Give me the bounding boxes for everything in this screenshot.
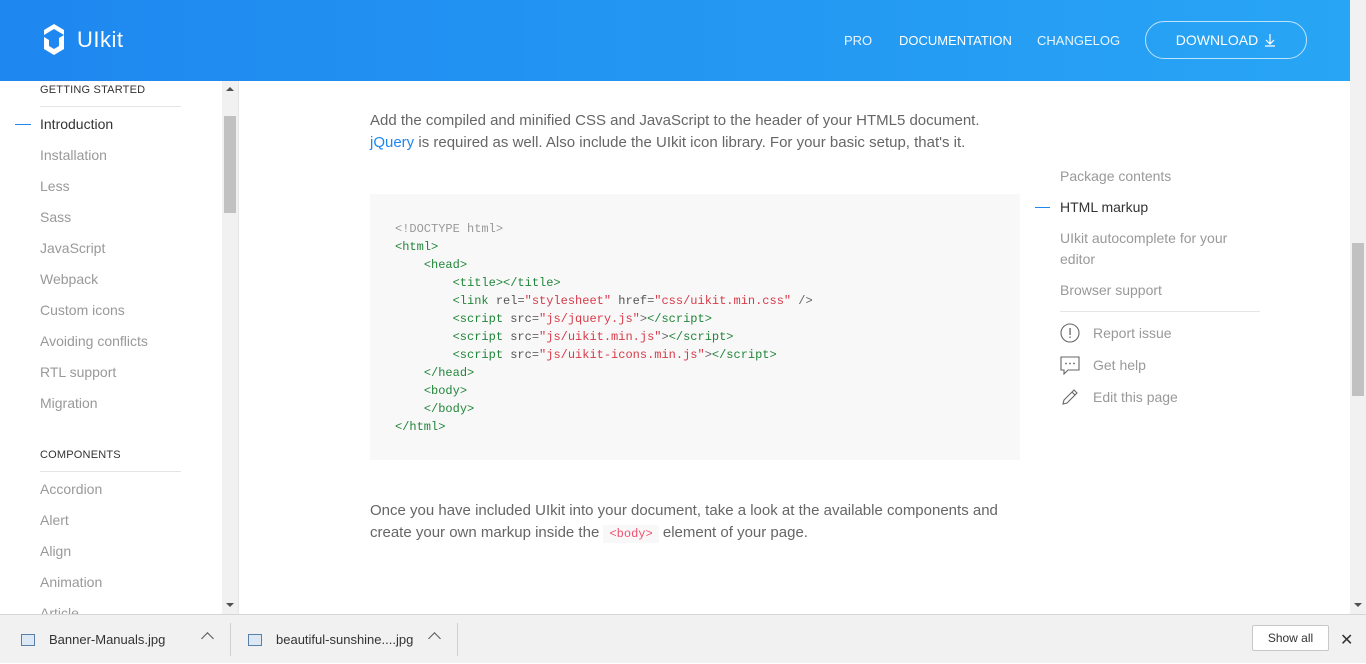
toc-item-autocomplete[interactable]: UIkit autocomplete for your editor bbox=[1060, 228, 1240, 270]
top-navbar: UIkit PRO DOCUMENTATION CHANGELOG DOWNLO… bbox=[0, 0, 1350, 81]
sidebar-item-align[interactable]: Align bbox=[40, 543, 71, 559]
page-scroll-down-icon[interactable] bbox=[1354, 603, 1362, 607]
report-issue-link[interactable]: Report issue bbox=[1060, 323, 1172, 343]
download-filename: Banner-Manuals.jpg bbox=[49, 632, 166, 647]
sidebar-item-animation[interactable]: Animation bbox=[40, 574, 102, 590]
page-scroll-thumb[interactable] bbox=[1352, 243, 1364, 396]
close-icon[interactable]: ✕ bbox=[1340, 630, 1353, 650]
sidebar-item-webpack[interactable]: Webpack bbox=[40, 271, 98, 287]
code-script-src: js/uikit-icons.min.js bbox=[546, 348, 698, 362]
code-block[interactable]: <!DOCTYPE html> <html> <head> <title></t… bbox=[370, 194, 1020, 460]
chevron-up-icon[interactable] bbox=[428, 632, 441, 645]
sidebar-item-custom-icons[interactable]: Custom icons bbox=[40, 302, 125, 318]
sidebar-item-avoiding-conflicts[interactable]: Avoiding conflicts bbox=[40, 333, 148, 349]
intro-paragraph: Add the compiled and minified CSS and Ja… bbox=[370, 110, 1020, 154]
sidebar-item-installation[interactable]: Installation bbox=[40, 147, 107, 163]
intro-text: Add the compiled and minified CSS and Ja… bbox=[370, 112, 980, 129]
sidebar-scrollbar[interactable] bbox=[222, 81, 238, 614]
page-scrollbar[interactable] bbox=[1350, 0, 1366, 614]
sidebar-item-javascript[interactable]: JavaScript bbox=[40, 240, 105, 256]
outro-text-2: element of your page. bbox=[662, 524, 808, 541]
download-arrow-icon bbox=[1265, 34, 1276, 47]
chevron-up-icon[interactable] bbox=[201, 632, 214, 645]
sidebar: GETTING STARTED Introduction Installatio… bbox=[0, 81, 222, 614]
nav-changelog[interactable]: CHANGELOG bbox=[1037, 33, 1120, 48]
toc-divider bbox=[1060, 311, 1260, 312]
get-help-link[interactable]: Get help bbox=[1060, 355, 1146, 375]
image-file-icon bbox=[21, 633, 35, 646]
uikit-logo[interactable]: UIkit bbox=[40, 24, 124, 56]
pencil-icon bbox=[1060, 387, 1080, 407]
edit-page-label: Edit this page bbox=[1093, 389, 1178, 405]
sidebar-divider bbox=[238, 81, 239, 614]
toc-active-indicator bbox=[1035, 207, 1050, 208]
active-indicator bbox=[15, 124, 31, 125]
jquery-link[interactable]: jQuery bbox=[370, 134, 414, 151]
uikit-logo-icon bbox=[44, 24, 64, 55]
warning-icon bbox=[1060, 323, 1080, 343]
sidebar-heading-components: COMPONENTS bbox=[40, 449, 181, 472]
toc-item-browser-support[interactable]: Browser support bbox=[1060, 280, 1250, 301]
intro-text-2: is required as well. Also include the UI… bbox=[418, 134, 966, 151]
sidebar-item-introduction[interactable]: Introduction bbox=[40, 116, 113, 132]
sidebar-item-migration[interactable]: Migration bbox=[40, 395, 98, 411]
scroll-down-arrow-icon[interactable] bbox=[226, 603, 234, 607]
code-script-src: js/jquery.js bbox=[546, 312, 633, 326]
sidebar-item-sass[interactable]: Sass bbox=[40, 209, 71, 225]
download-filename: beautiful-sunshine....jpg bbox=[276, 632, 414, 647]
sidebar-item-article[interactable]: Article bbox=[40, 605, 79, 614]
download-separator bbox=[457, 623, 458, 656]
sidebar-item-rtl-support[interactable]: RTL support bbox=[40, 364, 116, 380]
download-bar: Banner-Manuals.jpg beautiful-sunshine...… bbox=[0, 614, 1366, 663]
toc-item-package-contents[interactable]: Package contents bbox=[1060, 166, 1250, 187]
download-item[interactable]: beautiful-sunshine....jpg bbox=[248, 615, 413, 664]
download-label: DOWNLOAD bbox=[1175, 32, 1259, 48]
code-stylesheet-href: css/uikit.min.css bbox=[661, 294, 784, 308]
report-issue-label: Report issue bbox=[1093, 325, 1172, 341]
code-script-src: js/uikit.min.js bbox=[546, 330, 655, 344]
scroll-up-arrow-icon[interactable] bbox=[226, 87, 234, 91]
download-item[interactable]: Banner-Manuals.jpg bbox=[21, 615, 165, 664]
edit-page-link[interactable]: Edit this page bbox=[1060, 387, 1178, 407]
show-all-button[interactable]: Show all bbox=[1252, 625, 1329, 651]
download-button[interactable]: DOWNLOAD bbox=[1145, 21, 1307, 59]
sidebar-scroll-thumb[interactable] bbox=[224, 116, 236, 213]
download-separator bbox=[230, 623, 231, 656]
toc-item-html-markup[interactable]: HTML markup bbox=[1060, 197, 1250, 218]
code-doctype: <!DOCTYPE html> bbox=[395, 222, 504, 236]
sidebar-item-alert[interactable]: Alert bbox=[40, 512, 69, 528]
logo-text: UIkit bbox=[77, 27, 124, 52]
outro-paragraph: Once you have included UIkit into your d… bbox=[370, 500, 1020, 545]
get-help-label: Get help bbox=[1093, 357, 1146, 373]
nav-documentation[interactable]: DOCUMENTATION bbox=[899, 33, 1012, 48]
sidebar-item-accordion[interactable]: Accordion bbox=[40, 481, 102, 497]
sidebar-heading-getting-started: GETTING STARTED bbox=[40, 84, 181, 107]
sidebar-item-less[interactable]: Less bbox=[40, 178, 70, 194]
inline-code-body: <body> bbox=[603, 525, 659, 543]
comment-icon bbox=[1060, 355, 1080, 375]
image-file-icon bbox=[248, 633, 262, 646]
nav-pro[interactable]: PRO bbox=[844, 33, 872, 48]
